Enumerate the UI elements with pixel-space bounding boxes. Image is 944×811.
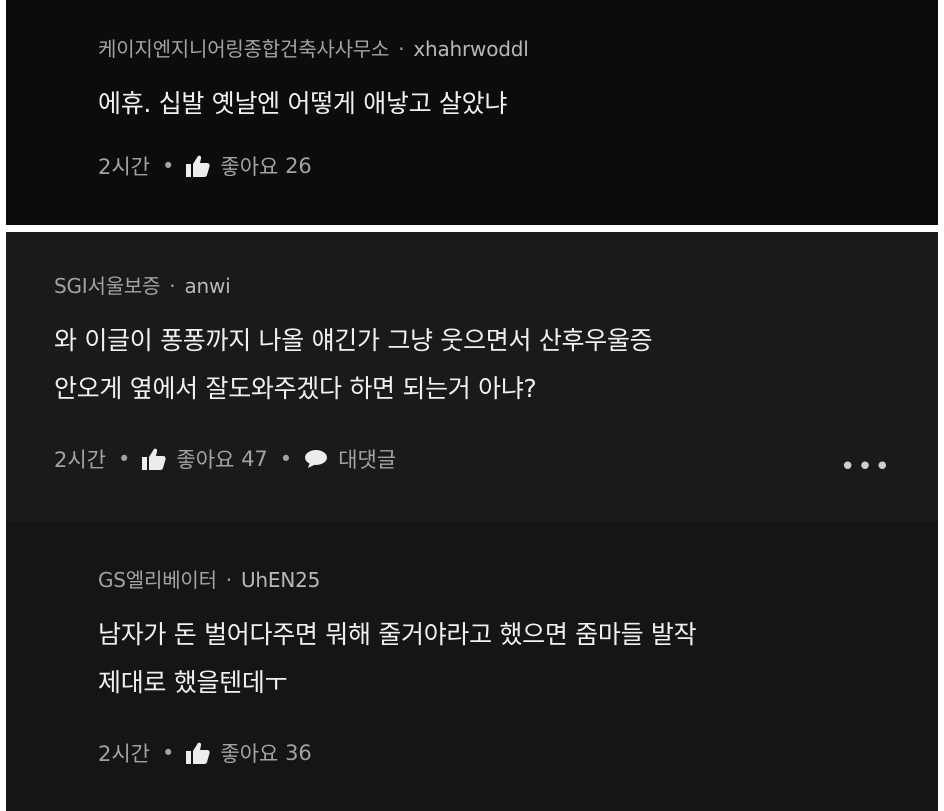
- comment-line: 제대로 했을텐데ㅜ: [98, 668, 288, 697]
- comment-line: 와 이글이 퐁퐁까지 나올 얘긴가 그냥 웃으면서 산후우울증: [54, 326, 653, 355]
- comment-card: SGI서울보증 · anwi 와 이글이 퐁퐁까지 나올 얘긴가 그냥 웃으면서 산…: [6, 232, 938, 522]
- action-separator: •: [162, 154, 175, 178]
- like-button[interactable]: 좋아요 36: [186, 738, 312, 768]
- comment-actions: 2시간 • 좋아요 47 • 대댓글: [54, 444, 396, 474]
- comment-actions: 2시간 • 좋아요 26: [98, 151, 312, 181]
- thumbs-up-icon: [186, 155, 211, 177]
- username[interactable]: xhahrwoddl: [413, 37, 528, 61]
- like-count: 26: [285, 154, 312, 178]
- comment-panel-top: 케이지엔지니어링종합건축사사무소 · xhahrwoddl 에휴. 십발 옛날엔 어…: [6, 0, 938, 225]
- action-separator: •: [162, 741, 175, 765]
- reply-button[interactable]: 대댓글: [304, 444, 396, 474]
- action-separator: •: [118, 447, 131, 471]
- thumbs-up-icon: [142, 448, 167, 470]
- username[interactable]: UhEN25: [241, 568, 320, 592]
- comment-meta: 케이지엔지니어링종합건축사사무소 · xhahrwoddl: [98, 33, 529, 62]
- company-name[interactable]: 케이지엔지니어링종합건축사사무소: [98, 37, 389, 61]
- like-button[interactable]: 좋아요 26: [186, 151, 312, 181]
- comment-body: 에휴. 십발 옛날엔 어떻게 애낳고 살았냐: [98, 80, 507, 128]
- speech-bubble-icon: [304, 449, 328, 469]
- reply-card: GS엘리베이터 · UhEN25 남자가 돈 벌어다주면 뭐해 줄거야라고 했으면 …: [6, 522, 938, 811]
- comment-actions: 2시간 • 좋아요 36: [98, 738, 312, 768]
- like-label: 좋아요: [220, 742, 279, 766]
- like-label: 좋아요: [220, 155, 279, 179]
- like-button[interactable]: 좋아요 47: [142, 444, 268, 474]
- meta-separator: ·: [225, 568, 232, 592]
- username[interactable]: anwi: [184, 274, 230, 298]
- like-label: 좋아요: [176, 448, 235, 472]
- comment-meta: GS엘리베이터 · UhEN25: [98, 564, 320, 593]
- timestamp: 2시간: [98, 742, 151, 766]
- timestamp: 2시간: [54, 448, 107, 472]
- comment-meta: SGI서울보증 · anwi: [54, 270, 231, 299]
- comment-panel-bottom: SGI서울보증 · anwi 와 이글이 퐁퐁까지 나올 얘긴가 그냥 웃으면서 산…: [6, 232, 938, 811]
- comment-line: 에휴. 십발 옛날엔 어떻게 애낳고 살았냐: [98, 89, 508, 118]
- meta-separator: ·: [398, 37, 405, 61]
- more-dots-icon[interactable]: •••: [840, 452, 892, 482]
- like-count: 47: [241, 447, 268, 471]
- thumbs-up-icon: [186, 742, 211, 764]
- comment-line: 안오게 옆에서 잘도와주겠다 하면 되는거 아냐?: [54, 374, 537, 403]
- company-name[interactable]: SGI서울보증: [54, 274, 160, 298]
- comment-body: 남자가 돈 벌어다주면 뭐해 줄거야라고 했으면 줌마들 발작 제대로 했을텐데…: [98, 611, 697, 707]
- meta-separator: ·: [169, 274, 176, 298]
- like-count: 36: [285, 741, 312, 765]
- comment-line: 남자가 돈 벌어다주면 뭐해 줄거야라고 했으면 줌마들 발작: [98, 620, 697, 649]
- timestamp: 2시간: [98, 155, 151, 179]
- action-separator: •: [279, 447, 293, 471]
- comment-body: 와 이글이 퐁퐁까지 나올 얘긴가 그냥 웃으면서 산후우울증 안오게 옆에서 …: [54, 317, 653, 413]
- company-name[interactable]: GS엘리베이터: [98, 568, 217, 592]
- reply-label: 대댓글: [338, 448, 397, 472]
